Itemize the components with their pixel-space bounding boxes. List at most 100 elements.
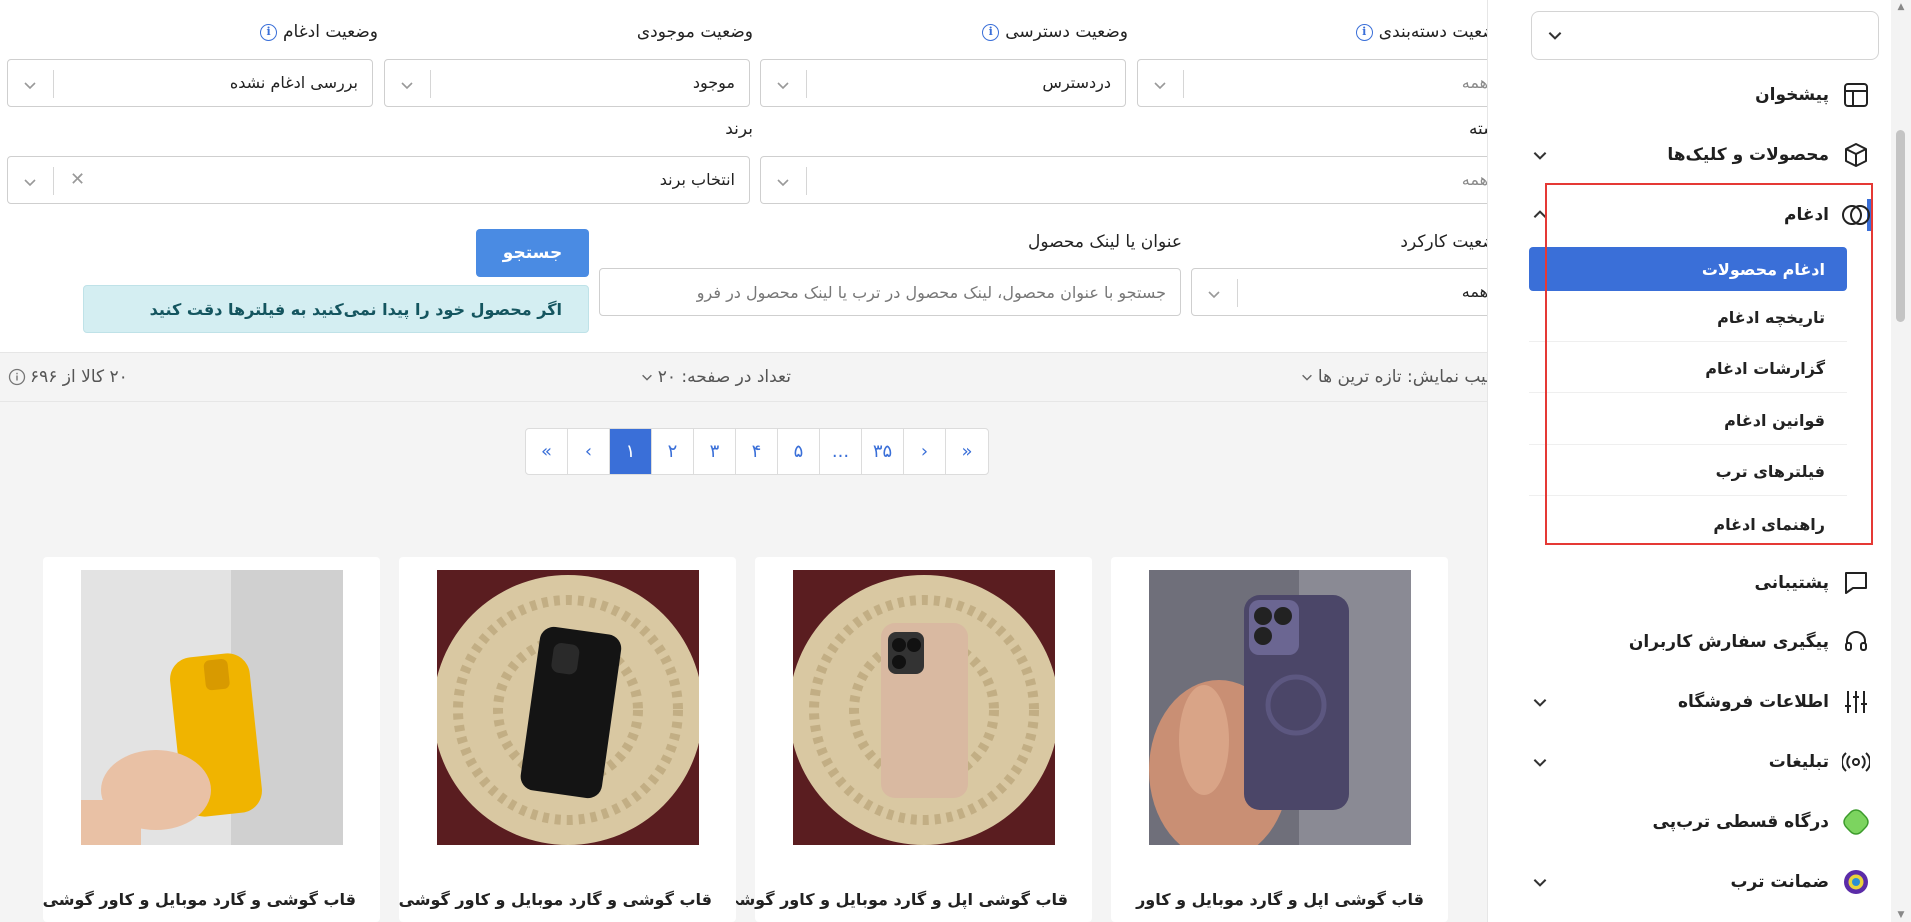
page-3[interactable]: ۳	[694, 429, 736, 474]
sidebar-item-installment[interactable]: درگاه قسطی ترب‌پی	[1531, 798, 1871, 846]
layout-icon	[1841, 80, 1871, 110]
product-card[interactable]: قاب گوشی اپل و گارد موبایل و کاور	[1111, 557, 1448, 922]
info-icon[interactable]: i	[1355, 23, 1373, 41]
info-icon[interactable]	[8, 368, 26, 386]
page-2[interactable]: ۲	[652, 429, 694, 474]
merge-status-label: وضعیت ادغام i	[260, 22, 378, 42]
stock-status-label: وضعیت موجودی	[636, 22, 753, 42]
product-image	[1149, 570, 1411, 845]
per-page-dropdown[interactable]: تعداد در صفحه: ۲۰	[640, 367, 791, 387]
chevron-down-icon	[777, 179, 789, 187]
performance-select[interactable]: همه	[1191, 268, 1503, 316]
sidebar-item-label: پیشخوان	[1755, 85, 1829, 105]
page-prev[interactable]: ‹	[568, 429, 610, 474]
category-select[interactable]: همه	[760, 156, 1503, 204]
sidebar-item-label: ادغام	[1783, 205, 1829, 225]
product-search-input[interactable]: جستجو با عنوان محصول، لینک محصول در ترب …	[599, 268, 1181, 316]
product-title[interactable]: قاب گوشی و گارد موبایل و کاور گوشی	[399, 890, 712, 909]
select-value: دردسترس	[1042, 73, 1111, 92]
sidebar-subitem-torob-filters[interactable]: فیلترهای ترب	[1529, 448, 1847, 496]
page-1[interactable]: ۱	[610, 429, 652, 474]
product-image	[81, 570, 343, 845]
page-35[interactable]: ۳۵	[862, 429, 904, 474]
page-first[interactable]: «	[526, 429, 568, 474]
chevron-down-icon	[1208, 291, 1220, 299]
product-title[interactable]: قاب گوشی اپل و گارد موبایل و کاور گوشی	[723, 890, 1068, 909]
sidebar-item-guarantee[interactable]: ضمانت ترب	[1531, 858, 1871, 906]
product-card[interactable]: قاب گوشی اپل و گارد موبایل و کاور گوشی	[723, 557, 1092, 922]
broadcast-icon	[1841, 747, 1871, 777]
sidebar-item-label: درگاه قسطی ترب‌پی	[1652, 812, 1829, 832]
sort-dropdown[interactable]: ترتیب نمایش: تازه ترین ها	[1300, 367, 1505, 387]
sidebar-item-label: محصولات و کلیک‌ها	[1667, 145, 1829, 165]
sort-label: ترتیب نمایش: تازه ترین ها	[1317, 367, 1505, 387]
page-5[interactable]: ۵	[778, 429, 820, 474]
chevron-down-icon	[1302, 374, 1312, 381]
merge-status-select[interactable]: بررسی ادغام نشده	[7, 59, 373, 107]
filter-hint-alert: اگر محصول خود را پیدا نمی‌کنید به فیلتره…	[83, 285, 589, 333]
info-icon[interactable]: i	[982, 23, 1000, 41]
product-image	[793, 570, 1055, 845]
sidebar-subitem-merge-products[interactable]: ادغام محصولات	[1529, 247, 1847, 291]
sidebar-item-support[interactable]: پشتیبانی	[1531, 559, 1871, 607]
badge-icon	[1841, 867, 1871, 897]
select-value: همه	[1461, 73, 1488, 92]
sidebar-item-order-tracking[interactable]: پیگیری سفارش کاربران	[1531, 618, 1871, 666]
result-count: ۲۰ کالا از ۶۹۶	[8, 367, 128, 387]
pagination: « ‹ ۱ ۲ ۳ ۴ ۵ ... ۳۵ › »	[525, 428, 989, 475]
search-placeholder: جستجو با عنوان محصول، لینک محصول در ترب …	[696, 283, 1166, 302]
chevron-down-icon	[1533, 699, 1547, 707]
per-page-label: تعداد در صفحه: ۲۰	[657, 367, 791, 387]
sidebar-item-label: پشتیبانی	[1754, 573, 1829, 593]
select-value: موجود	[692, 73, 735, 92]
chevron-down-icon	[1533, 879, 1547, 887]
sidebar-item-dashboard[interactable]: پیشخوان	[1531, 71, 1871, 119]
category-status-label: وضعیت دسته‌بندی i	[1355, 22, 1505, 42]
sidebar-subitem-merge-history[interactable]: تاریخچه ادغام	[1529, 294, 1847, 342]
page-ellipsis: ...	[820, 429, 862, 474]
product-card[interactable]: قاب گوشی و گارد موبایل و کاور گوشی	[43, 557, 380, 922]
main-content: وضعیت دسته‌بندی i وضعیت دسترسی i وضعیت موج…	[0, 0, 1515, 922]
sidebar: ▲ ▼ پیشخوان محصولات و کلیک‌ها ادغام ادغا…	[1487, 0, 1911, 922]
page-next[interactable]: ›	[904, 429, 946, 474]
sidebar-subitem-merge-guide[interactable]: راهنمای ادغام	[1529, 500, 1847, 548]
access-status-label: وضعیت دسترسی i	[982, 22, 1128, 42]
category-status-select[interactable]: همه	[1137, 59, 1503, 107]
chevron-down-icon	[401, 82, 413, 90]
page-4[interactable]: ۴	[736, 429, 778, 474]
product-title[interactable]: قاب گوشی اپل و گارد موبایل و کاور	[1136, 890, 1424, 909]
stock-status-select[interactable]: موجود	[384, 59, 750, 107]
info-icon[interactable]: i	[260, 23, 278, 41]
brand-label: برند	[725, 119, 753, 139]
search-button[interactable]: جستجو	[476, 229, 589, 277]
sidebar-item-store-info[interactable]: اطلاعات فروشگاه	[1531, 678, 1871, 726]
select-value: همه	[1461, 170, 1488, 189]
chevron-up-icon	[1533, 210, 1547, 218]
sidebar-item-merge[interactable]: ادغام	[1531, 191, 1871, 239]
page-last[interactable]: »	[946, 429, 988, 474]
brand-select[interactable]: انتخاب برند ✕	[7, 156, 750, 204]
sidebar-item-products-clicks[interactable]: محصولات و کلیک‌ها	[1531, 131, 1871, 179]
chevron-down-icon	[1533, 759, 1547, 767]
clear-icon[interactable]: ✕	[70, 169, 85, 190]
box-icon	[1841, 140, 1871, 170]
chevron-down-icon	[1154, 82, 1166, 90]
chat-icon	[1841, 568, 1871, 598]
sidebar-subitem-merge-rules[interactable]: قوانین ادغام	[1529, 397, 1847, 445]
store-select[interactable]	[1531, 11, 1879, 60]
product-image	[437, 570, 699, 845]
product-title[interactable]: قاب گوشی و گارد موبایل و کاور گوشی	[43, 890, 356, 909]
chevron-down-icon	[777, 82, 789, 90]
sidebar-item-ads[interactable]: تبلیغات	[1531, 738, 1871, 786]
headset-icon	[1841, 627, 1871, 657]
sidebar-subitem-merge-reports[interactable]: گزارشات ادغام	[1529, 345, 1847, 393]
sidebar-scrollbar[interactable]: ▲ ▼	[1891, 0, 1911, 922]
select-value: بررسی ادغام نشده	[229, 73, 358, 92]
chevron-down-icon	[24, 82, 36, 90]
access-status-select[interactable]: دردسترس	[760, 59, 1126, 107]
sliders-icon	[1841, 687, 1871, 717]
results-toolbar: ترتیب نمایش: تازه ترین ها تعداد در صفحه:…	[0, 352, 1515, 402]
chevron-down-icon	[641, 374, 652, 381]
product-card[interactable]: قاب گوشی و گارد موبایل و کاور گوشی	[399, 557, 736, 922]
title-link-label: عنوان یا لینک محصول	[1028, 232, 1182, 252]
